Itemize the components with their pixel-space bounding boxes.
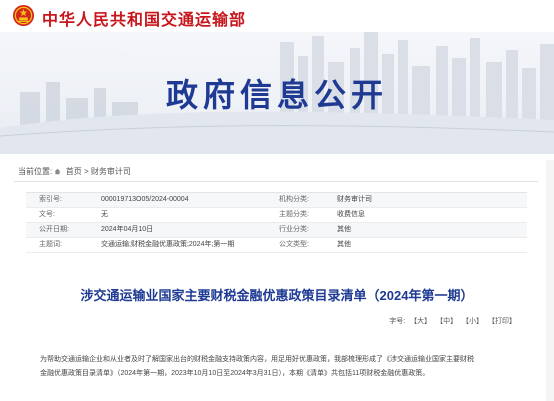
home-icon xyxy=(55,168,61,175)
meta-key: 主题词: xyxy=(39,241,62,248)
banner: 政府信息公开 xyxy=(0,32,554,154)
site-header: 中华人民共和国交通运输部 xyxy=(0,0,554,32)
meta-value: 财务审计司 xyxy=(337,196,372,203)
font-small-button[interactable]: 【小】 xyxy=(462,318,483,325)
font-large-button[interactable]: 【大】 xyxy=(410,318,431,325)
paragraph: 为帮助交通运输企业和从业者及时了解国家出台的财税金融支持政策内容，用足用好优惠政… xyxy=(40,356,474,363)
breadcrumb-prefix: 当前位置: xyxy=(18,167,53,176)
meta-key: 文号: xyxy=(39,211,55,218)
meta-value: 2024年04月10日 xyxy=(101,226,154,233)
paragraph: 金融优惠政策目录清单》（2024年第一期，2023年10月10日至2024年3月… xyxy=(40,370,430,377)
national-emblem-icon[interactable] xyxy=(12,4,35,27)
font-size-toolbar: 字号: 【大】 【中】 【小】 【打印】 xyxy=(386,316,516,326)
meta-value: 无 xyxy=(101,211,108,218)
meta-key: 机构分类: xyxy=(279,196,309,203)
font-medium-button[interactable]: 【中】 xyxy=(436,318,457,325)
meta-table: 索引号: 000019713O05/2024-00004 机构分类: 财务审计司… xyxy=(26,192,527,253)
breadcrumb-home[interactable]: 首页 xyxy=(66,167,82,176)
meta-key: 索引号: xyxy=(39,196,62,203)
scrollbar[interactable] xyxy=(546,160,554,401)
meta-value: 收费信息 xyxy=(337,211,365,218)
meta-row: 文号: 无 主题分类: 收费信息 xyxy=(26,208,527,223)
meta-value: 交通运输;财税金融优惠政策;2024年;第一期 xyxy=(101,241,235,248)
breadcrumb-separator: > xyxy=(83,167,89,176)
print-button[interactable]: 【打印】 xyxy=(488,318,516,325)
article-body: 为帮助交通运输企业和从业者及时了解国家出台的财税金融支持政策内容，用足用好优惠政… xyxy=(40,353,520,381)
meta-key: 主题分类: xyxy=(279,211,309,218)
meta-value: 其他 xyxy=(337,226,351,233)
meta-row: 主题词: 交通运输;财税金融优惠政策;2024年;第一期 公文类型: 其他 xyxy=(26,238,527,253)
meta-key: 公文类型: xyxy=(279,241,309,248)
banner-title: 政府信息公开 xyxy=(165,77,388,113)
meta-value: 其他 xyxy=(337,241,351,248)
breadcrumb: 当前位置: 首页 > 财务审计司 xyxy=(18,166,131,177)
site-title[interactable]: 中华人民共和国交通运输部 xyxy=(42,6,246,30)
breadcrumb-current[interactable]: 财务审计司 xyxy=(91,167,131,176)
meta-row: 公开日期: 2024年04月10日 行业分类: 其他 xyxy=(26,223,527,238)
font-size-label: 字号: xyxy=(389,318,406,325)
article-title: 涉交通运输业国家主要财税金融优惠政策目录清单（2024年第一期） xyxy=(80,288,474,303)
meta-key: 公开日期: xyxy=(39,226,69,233)
divider xyxy=(14,181,538,182)
meta-row: 索引号: 000019713O05/2024-00004 机构分类: 财务审计司 xyxy=(26,193,527,208)
meta-value: 000019713O05/2024-00004 xyxy=(101,196,189,203)
meta-key: 行业分类: xyxy=(279,226,309,233)
